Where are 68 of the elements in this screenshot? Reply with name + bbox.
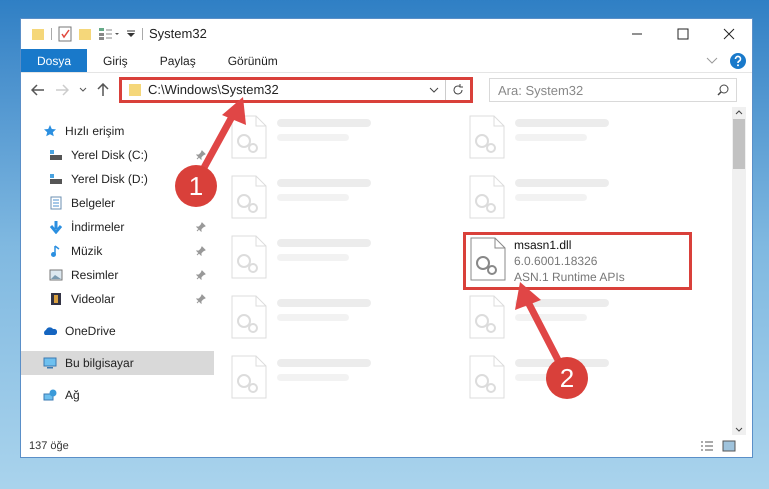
search-field[interactable]: Ara: System32: [489, 78, 737, 102]
details-view-icon[interactable]: [700, 440, 714, 452]
download-icon: [49, 220, 63, 234]
file-detail: 6.0.6001.18326: [514, 253, 598, 269]
help-icon[interactable]: [730, 52, 746, 68]
file-name: msasn1.dll: [514, 237, 572, 253]
dll-file-icon: [231, 355, 267, 399]
nav-item[interactable]: OneDrive: [21, 319, 124, 343]
window-title: System32: [149, 25, 207, 44]
dll-file-icon: [469, 355, 505, 399]
nav-item[interactable]: Hızlı erişim: [21, 119, 132, 143]
ribbon-tab[interactable]: Görünüm: [212, 49, 294, 72]
folder-icon: [128, 83, 142, 97]
dll-file-icon: [231, 175, 267, 219]
properties-icon[interactable]: [58, 26, 72, 42]
scroll-thumb[interactable]: [733, 119, 745, 169]
ribbon-tab[interactable]: Giriş: [87, 49, 144, 72]
dropdown-caret-icon[interactable]: [429, 87, 439, 93]
expand-ribbon-icon[interactable]: [706, 56, 718, 64]
nav-item[interactable]: Yerel Disk (D:): [21, 167, 156, 191]
nav-item[interactable]: Ağ: [21, 383, 88, 407]
search-icon[interactable]: [717, 84, 729, 96]
dll-file-icon: [469, 115, 505, 159]
nav-item[interactable]: Belgeler: [21, 191, 124, 215]
disk-icon: [49, 148, 63, 162]
dll-file-icon: [231, 295, 267, 339]
refresh-icon[interactable]: [452, 84, 464, 96]
view-options-icon[interactable]: [98, 27, 120, 41]
dll-file-icon: [231, 235, 267, 279]
pin-icon[interactable]: [196, 246, 206, 256]
nav-item[interactable]: İndirmeler: [21, 215, 214, 239]
network-icon: [43, 388, 57, 402]
disk-icon: [49, 172, 63, 186]
pin-icon[interactable]: [196, 150, 206, 160]
file-detail: ASN.1 Runtime APIs: [514, 269, 625, 285]
large-icons-view-icon[interactable]: [722, 440, 736, 452]
highlighted-file-item[interactable]: msasn1.dll 6.0.6001.18326 ASN.1 Runtime APIs: [463, 232, 692, 290]
dll-file-icon: [469, 295, 505, 339]
picture-icon: [49, 268, 63, 282]
dll-file-icon: [470, 237, 506, 281]
item-count: 137 öğe: [29, 438, 69, 454]
star-icon: [43, 124, 57, 138]
close-icon: [723, 28, 735, 40]
nav-item[interactable]: Resimler: [21, 263, 214, 287]
nav-item[interactable]: Bu bilgisayar: [21, 351, 214, 375]
address-bar[interactable]: C:\Windows\System32: [119, 77, 473, 103]
up-arrow-icon[interactable]: [97, 83, 109, 97]
customize-toolbar-icon[interactable]: [126, 29, 136, 39]
scroll-up-icon[interactable]: [735, 110, 743, 115]
nav-item[interactable]: Yerel Disk (C:): [21, 143, 214, 167]
nav-item[interactable]: Müzik: [21, 239, 214, 263]
video-icon: [49, 292, 63, 306]
pin-icon[interactable]: [196, 270, 206, 280]
maximize-icon: [677, 28, 689, 40]
doc-icon: [49, 196, 63, 210]
pin-icon[interactable]: [196, 222, 206, 232]
pin-icon[interactable]: [196, 294, 206, 304]
pc-icon: [43, 356, 57, 370]
scroll-down-icon[interactable]: [735, 427, 743, 432]
scrollbar[interactable]: [732, 107, 746, 435]
dll-file-icon: [469, 175, 505, 219]
dll-file-icon: [231, 115, 267, 159]
back-arrow-icon[interactable]: [31, 84, 45, 96]
recent-caret-icon[interactable]: [79, 87, 87, 93]
nav-item[interactable]: Videolar: [21, 287, 214, 311]
minimize-icon: [631, 33, 643, 35]
ribbon-tab[interactable]: Dosya: [21, 49, 88, 72]
ribbon-tab[interactable]: Paylaş: [144, 49, 212, 72]
